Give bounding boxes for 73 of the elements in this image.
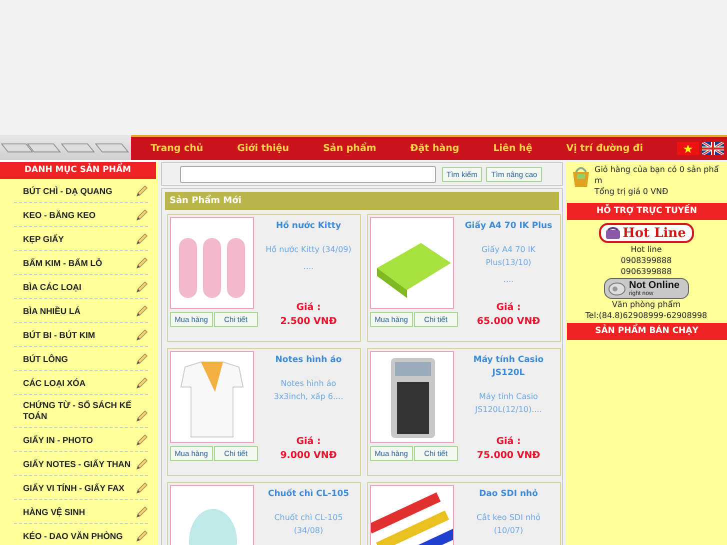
uk-flag-icon[interactable] <box>702 142 724 155</box>
nav-link[interactable]: Giới thiệu <box>237 143 290 154</box>
vietnam-flag-icon[interactable] <box>677 142 699 155</box>
product-name[interactable]: Chuốt chì CL-105 <box>268 488 350 501</box>
product-name[interactable]: Notes hình áo <box>275 354 342 367</box>
pencil-icon <box>134 529 148 542</box>
product-description: Giấy A4 70 IK Plus(13/10) <box>480 244 537 269</box>
pencil-icon <box>134 433 148 446</box>
price-label: Giá : <box>295 301 322 315</box>
pencil-icon <box>134 376 148 389</box>
hotline-text: 0906399888 <box>620 266 672 277</box>
product-description: Hồ nước Kitty (34/09) <box>264 244 352 256</box>
product-price: 9.000 VNĐ <box>279 449 338 463</box>
support-phone: Tel:(84.8)62908999-62908998 <box>585 310 708 321</box>
category-link[interactable]: BẤM KIM - BẤM LỖ <box>23 258 102 269</box>
price-label: Giá : <box>295 435 322 449</box>
category-link[interactable]: CHỨNG TỪ - SỔ SÁCH KẾ TOÁN <box>23 400 134 422</box>
hotline-badge[interactable]: Hot Line <box>598 223 694 243</box>
more-text: .... <box>303 262 314 271</box>
category-link[interactable]: BÚT BI - BÚT KIM <box>23 330 96 341</box>
product-name[interactable]: Giấy A4 70 IK Plus <box>464 220 552 233</box>
pencil-icon <box>134 184 148 197</box>
category-link[interactable]: BÚT CHÌ - DẠ QUANG <box>23 186 112 197</box>
support-heading: HỖ TRỢ TRỰC TUYẾN <box>566 203 727 220</box>
pencil-icon <box>134 328 148 341</box>
nav-link[interactable]: Trang chủ <box>150 143 204 154</box>
category-link[interactable]: BÚT LÔNG <box>23 354 68 365</box>
pencil-icon <box>134 505 148 518</box>
nav-link[interactable]: Đặt hàng <box>410 143 460 154</box>
category-link[interactable]: GIẤY VI TÍNH - GIẤY FAX <box>23 483 124 494</box>
price-label: Giá : <box>495 435 522 449</box>
hotline-text: Hot line <box>630 244 662 255</box>
category-link[interactable]: BÌA NHIỀU LÁ <box>23 306 80 317</box>
price-label: Giá : <box>495 301 522 315</box>
section-heading: Sản Phẩm Mới <box>164 192 558 210</box>
pencil-icon <box>134 409 148 422</box>
nav-link[interactable]: Sản phẩm <box>323 143 376 154</box>
pencil-icon <box>134 280 148 293</box>
pencil-icon <box>134 352 148 365</box>
pencil-icon <box>134 304 148 317</box>
bestsellers-heading: SẢN PHẨM BÁN CHẠY <box>566 323 727 340</box>
product-name[interactable]: Máy tính Casio JS120L <box>460 354 558 380</box>
category-link[interactable]: HÀNG VỆ SINH <box>23 507 86 518</box>
pencil-icon <box>134 256 148 269</box>
product-price: 75.000 VNĐ <box>476 449 542 463</box>
product-price: 2.500 VNĐ <box>279 315 338 329</box>
more-text: .... <box>503 275 514 284</box>
category-link[interactable]: KEO - BĂNG KEO <box>23 210 96 221</box>
cart-summary: Giỏ hàng của bạn có 0 sản phẩm <box>594 164 720 186</box>
product-description: Notes hình áo 3x3inch, xấp 6.... <box>272 378 344 403</box>
category-link[interactable]: KẸP GIẤY <box>23 234 64 245</box>
search-field[interactable] <box>180 166 436 182</box>
category-link[interactable]: BÌA CÁC LOẠI <box>23 282 82 293</box>
nav-link[interactable]: Liên hệ <box>493 143 532 154</box>
category-heading: DANH MỤC SẢN PHẨM <box>0 162 156 179</box>
nav-link[interactable]: Vị trí đường đi <box>566 143 643 154</box>
category-link[interactable]: GIẤY IN - PHOTO <box>23 435 93 446</box>
product-name[interactable]: Hồ nước Kitty <box>276 220 342 233</box>
pencil-icon <box>134 457 148 470</box>
product-description: Máy tính Casio JS120L(12/10).... <box>474 391 543 416</box>
product-name[interactable]: Dao SDI nhỏ <box>479 488 538 501</box>
pencil-icon <box>134 208 148 221</box>
cart-total: Tổng trị giá 0 VNĐ <box>594 186 670 197</box>
pencil-icon <box>134 232 148 245</box>
product-price: 65.000 VNĐ <box>476 315 542 329</box>
category-link[interactable]: GIẤY NOTES - GIẤY THAN <box>23 459 131 470</box>
category-link[interactable]: CÁC LOẠI XÓA <box>23 378 86 389</box>
support-name: Văn phòng phẩm <box>612 299 681 310</box>
category-link[interactable]: KÉO - DAO VĂN PHÒNG <box>23 531 123 542</box>
product-description: Cắt keo SDI nhỏ (10/07) <box>475 512 542 537</box>
pencil-icon <box>134 481 148 494</box>
hotline-text: 0908399888 <box>620 255 672 266</box>
product-description: Chuốt chì CL-105 (34/08) <box>273 512 344 537</box>
